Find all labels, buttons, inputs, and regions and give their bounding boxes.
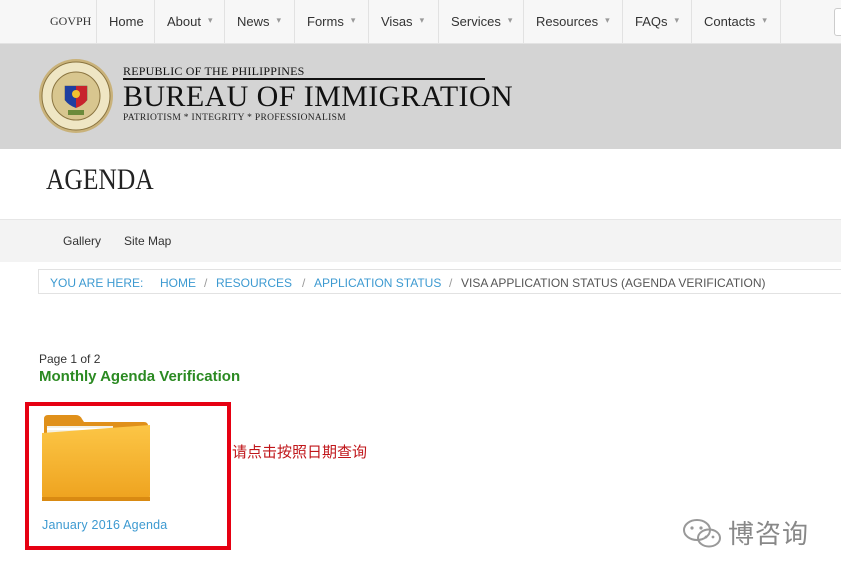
nav-contacts[interactable]: Contacts ▾ [692, 0, 781, 43]
chevron-down-icon: ▾ [276, 15, 282, 25]
page-count: Page 1 of 2 [39, 352, 101, 366]
nav-label: Visas [381, 14, 413, 29]
january-2016-agenda-link[interactable]: January 2016 Agenda [42, 518, 167, 532]
nav-resources[interactable]: Resources ▾ [524, 0, 623, 43]
nav-label: Services [451, 14, 501, 29]
breadcrumb-resources[interactable]: RESOURCES [216, 276, 292, 290]
nav-label: Home [109, 14, 144, 29]
annotation-text: 请点击按照日期查询 [232, 444, 368, 461]
chevron-down-icon: ▾ [419, 15, 425, 25]
nav-visas[interactable]: Visas ▾ [369, 0, 439, 43]
breadcrumb-separator: / [302, 276, 306, 290]
nav-label: Forms [307, 14, 344, 29]
nav-news[interactable]: News ▾ [225, 0, 295, 43]
search-input[interactable] [834, 8, 841, 36]
nav-label: News [237, 14, 270, 29]
breadcrumb: YOU ARE HERE: HOME / RESOURCES / APPLICA… [38, 269, 841, 294]
nav-govph[interactable]: GOVPH [38, 0, 97, 43]
chevron-down-icon: ▾ [507, 15, 513, 25]
republic-label: REPUBLIC OF THE PHILIPPINES [123, 64, 305, 78]
page-title: AGENDA [46, 163, 154, 196]
nav-faqs[interactable]: FAQs ▾ [623, 0, 692, 43]
nav-home[interactable]: Home [97, 0, 155, 43]
nav-label: Contacts [704, 14, 756, 29]
nav-label: GOVPH [50, 14, 92, 28]
folder-icon[interactable] [40, 413, 152, 503]
breadcrumb-application-status[interactable]: APPLICATION STATUS [314, 276, 441, 290]
nav-label: About [167, 14, 201, 29]
bureau-seal-logo[interactable] [38, 58, 114, 134]
nav-services[interactable]: Services ▾ [439, 0, 524, 43]
breadcrumb-current: VISA APPLICATION STATUS (AGENDA VERIFICA… [461, 276, 766, 290]
subnav-gallery[interactable]: Gallery [63, 234, 101, 248]
chevron-down-icon: ▾ [207, 15, 213, 25]
wechat-icon [683, 519, 721, 548]
breadcrumb-home[interactable]: HOME [160, 276, 196, 290]
chevron-down-icon: ▾ [605, 15, 610, 25]
secondary-navigation: Gallery Site Map [0, 220, 841, 262]
section-title: Monthly Agenda Verification [39, 368, 241, 385]
top-navigation: GOVPH Home About ▾ News ▾ Forms ▾ Visas ▾ Se… [0, 0, 841, 44]
nav-forms[interactable]: Forms ▾ [295, 0, 369, 43]
breadcrumb-label: YOU ARE HERE: [50, 276, 144, 290]
chevron-down-icon: ▾ [762, 15, 767, 25]
subnav-sitemap[interactable]: Site Map [124, 234, 171, 248]
nav-label: FAQs [635, 14, 668, 29]
breadcrumb-separator: / [204, 276, 208, 290]
agency-name: BUREAU OF IMMIGRATION [123, 80, 514, 113]
nav-label: Resources [536, 14, 599, 29]
chevron-down-icon: ▾ [350, 15, 356, 25]
chevron-down-icon: ▾ [674, 15, 680, 25]
nav-about[interactable]: About ▾ [155, 0, 225, 43]
breadcrumb-separator: / [449, 276, 453, 290]
site-header: REPUBLIC OF THE PHILIPPINES BUREAU OF IM… [0, 44, 841, 149]
watermark-text: 博咨询 [728, 519, 810, 549]
agency-motto: PATRIOTISM * INTEGRITY * PROFESSIONALISM [123, 113, 346, 123]
